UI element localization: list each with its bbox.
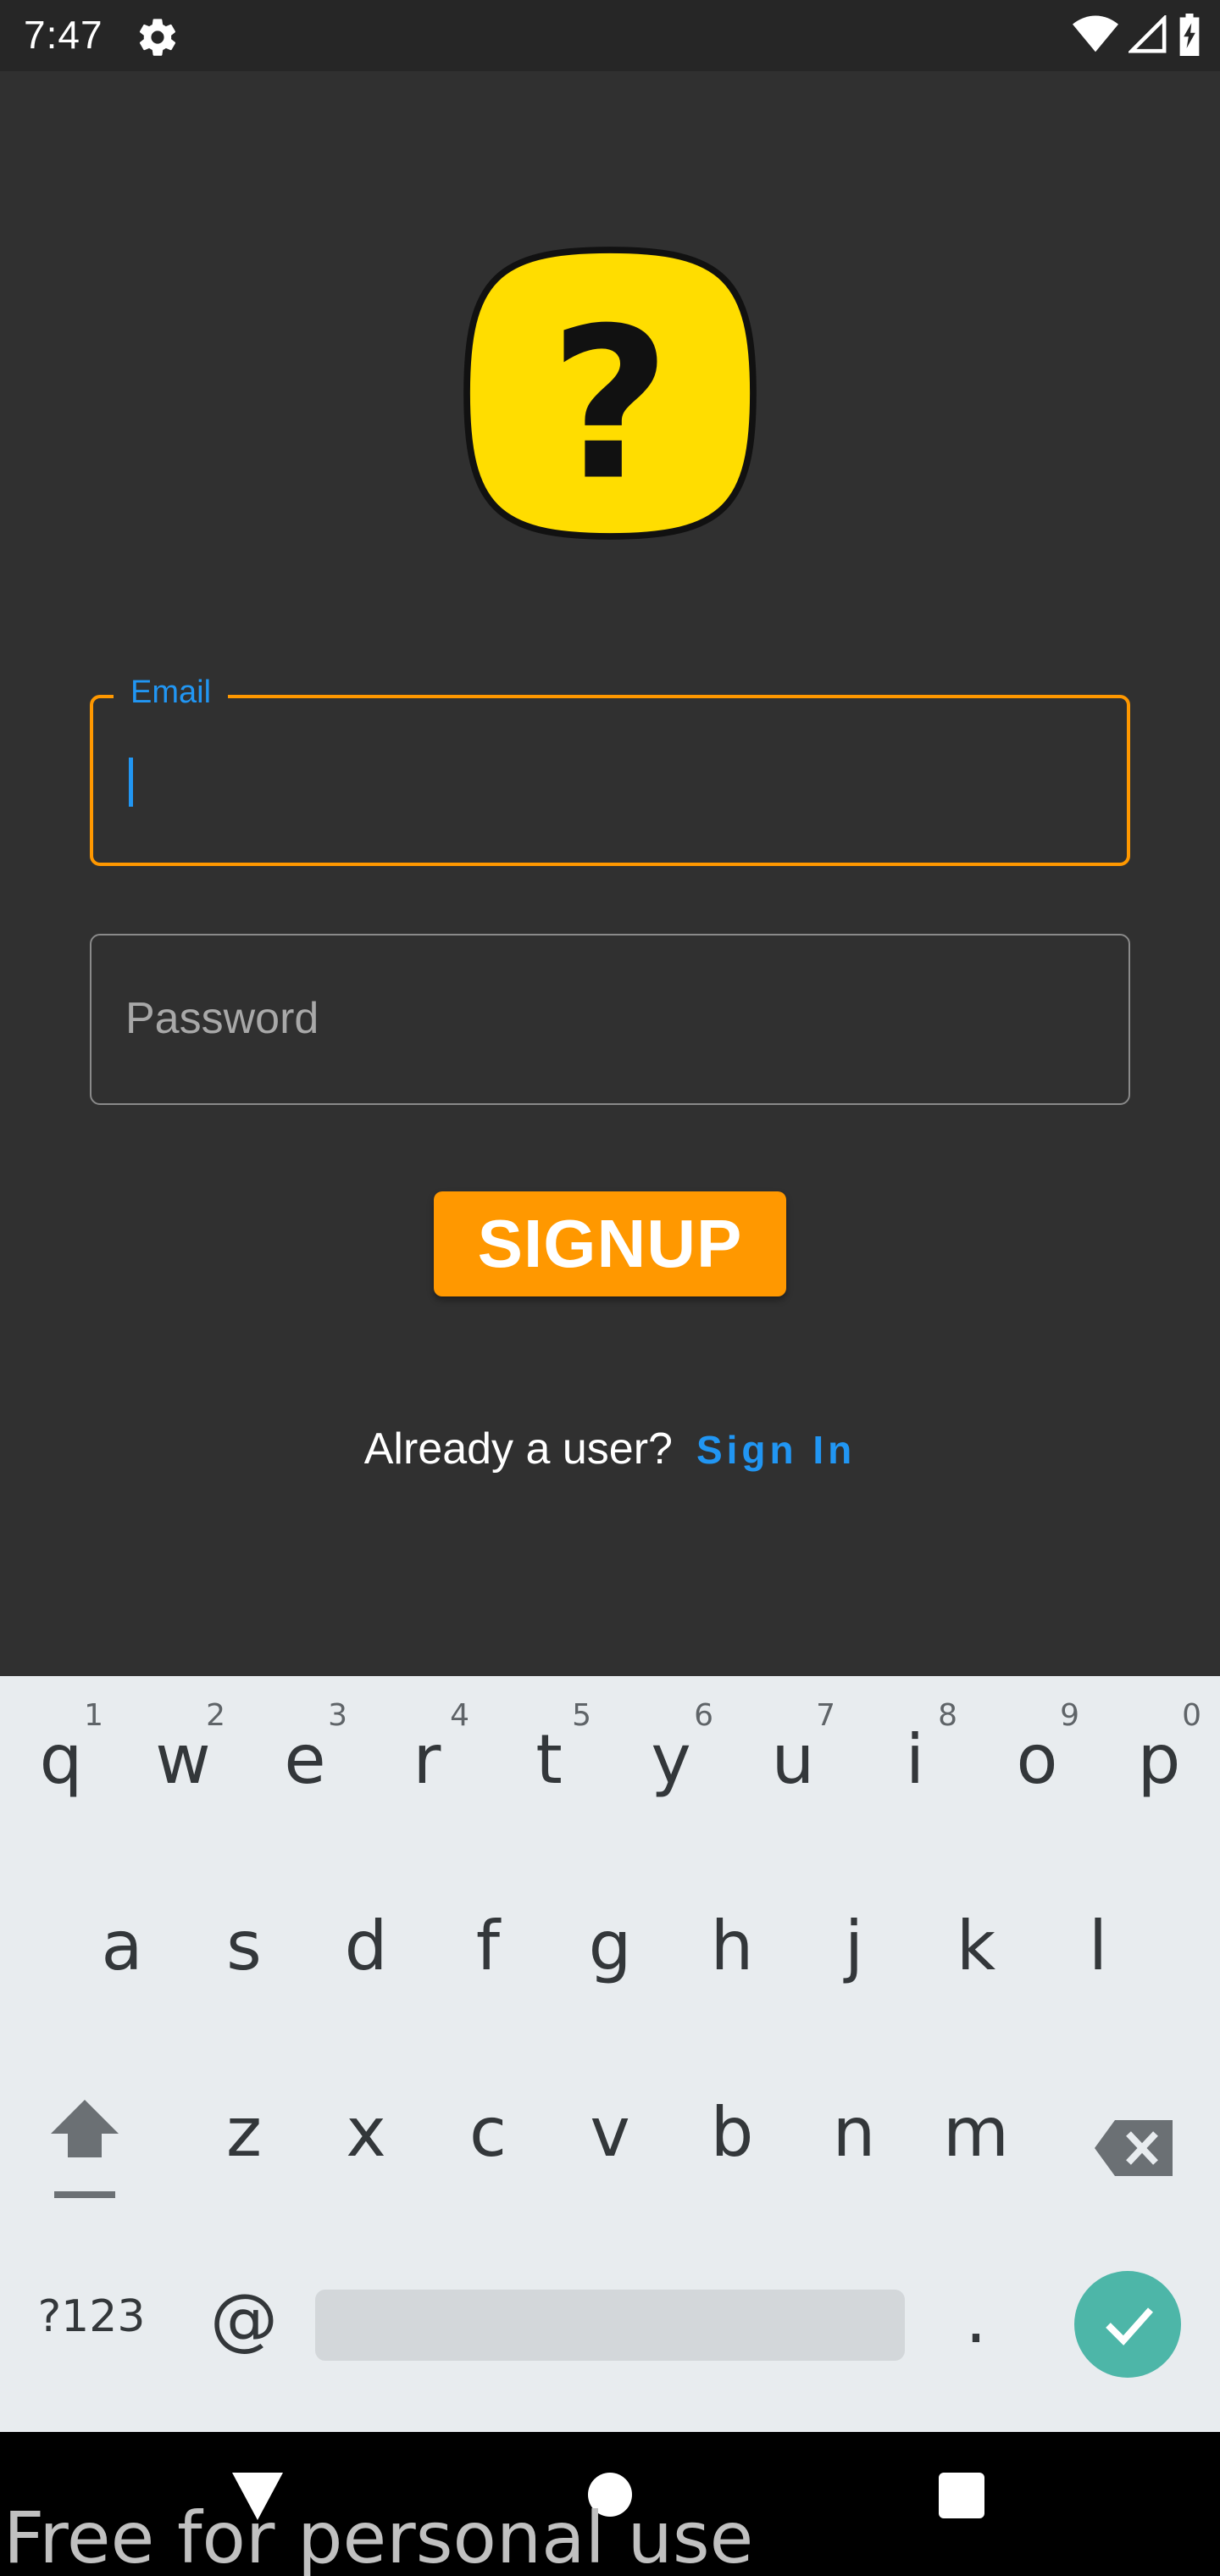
key-label: z bbox=[226, 2093, 262, 2172]
key-d[interactable]: d bbox=[305, 1863, 427, 2049]
key-label: u bbox=[771, 1720, 815, 1799]
period-key-label: . bbox=[965, 2279, 987, 2358]
backspace-icon bbox=[1095, 2120, 1173, 2176]
key-v[interactable]: v bbox=[549, 2049, 671, 2235]
key-label: s bbox=[226, 1907, 262, 1985]
password-field[interactable]: Password bbox=[90, 934, 1130, 1105]
key-number-hint: 1 bbox=[84, 1698, 103, 1733]
key-i[interactable]: i8 bbox=[854, 1676, 976, 1863]
key-label: l bbox=[1088, 1907, 1108, 1985]
cell-signal-icon bbox=[1128, 15, 1167, 53]
key-p[interactable]: p0 bbox=[1098, 1676, 1220, 1863]
key-f[interactable]: f bbox=[427, 1863, 549, 2049]
wifi-icon bbox=[1073, 15, 1118, 53]
key-g[interactable]: g bbox=[549, 1863, 671, 2049]
key-label: r bbox=[413, 1720, 441, 1799]
keyboard-row-1: q1w2e3r4t5y6u7i8o9p0 bbox=[0, 1676, 1220, 1863]
watermark-text: Free for personal use bbox=[3, 2496, 754, 2576]
soft-keyboard: q1w2e3r4t5y6u7i8o9p0 asdfghjkl zxcvbnm ?… bbox=[0, 1676, 1220, 2432]
email-field[interactable]: Email bbox=[90, 675, 1130, 866]
key-t[interactable]: t5 bbox=[488, 1676, 610, 1863]
key-label: m bbox=[943, 2093, 1009, 2172]
key-label: i bbox=[905, 1720, 925, 1799]
signup-button[interactable]: SIGNUP bbox=[434, 1191, 786, 1296]
question-mark-logo-icon: ? bbox=[463, 247, 757, 540]
key-b[interactable]: b bbox=[671, 2049, 793, 2235]
key-label: w bbox=[155, 1720, 211, 1799]
key-label: f bbox=[475, 1907, 501, 1985]
status-bar: 7:47 bbox=[0, 0, 1220, 71]
key-label: g bbox=[588, 1907, 632, 1985]
key-label: b bbox=[710, 2093, 754, 2172]
symbols-key-label: ?123 bbox=[37, 2291, 146, 2342]
shift-icon bbox=[51, 2100, 119, 2198]
key-number-hint: 4 bbox=[450, 1698, 469, 1733]
key-label: n bbox=[832, 2093, 876, 2172]
key-label: v bbox=[590, 2093, 630, 2172]
key-z[interactable]: z bbox=[183, 2049, 305, 2235]
key-m[interactable]: m bbox=[915, 2049, 1037, 2235]
key-label: e bbox=[284, 1720, 326, 1799]
key-number-hint: 0 bbox=[1182, 1698, 1201, 1733]
key-label: q bbox=[39, 1720, 83, 1799]
key-c[interactable]: c bbox=[427, 2049, 549, 2235]
checkmark-icon bbox=[1106, 2307, 1153, 2346]
at-key-label: @ bbox=[210, 2279, 278, 2358]
key-o[interactable]: o9 bbox=[976, 1676, 1098, 1863]
sign-in-link[interactable]: Sign In bbox=[696, 1428, 856, 1472]
status-time: 7:47 bbox=[24, 13, 103, 57]
key-h[interactable]: h bbox=[671, 1863, 793, 2049]
key-y[interactable]: y6 bbox=[610, 1676, 732, 1863]
keyboard-row-2: a s d f gh j k l bbox=[0, 1863, 1220, 2049]
key-number-hint: 3 bbox=[328, 1698, 347, 1733]
key-r[interactable]: r4 bbox=[366, 1676, 488, 1863]
key-label: o bbox=[1016, 1720, 1058, 1799]
key-number-hint: 6 bbox=[694, 1698, 713, 1733]
settings-gear-icon bbox=[139, 19, 176, 56]
at-key[interactable]: @ bbox=[183, 2235, 305, 2422]
period-key[interactable]: . bbox=[915, 2235, 1037, 2422]
key-j[interactable]: j bbox=[793, 1863, 915, 2049]
key-label: x bbox=[346, 2093, 386, 2172]
key-label: k bbox=[956, 1907, 996, 1985]
key-n[interactable]: n bbox=[793, 2049, 915, 2235]
battery-charging-icon bbox=[1179, 14, 1200, 56]
key-a[interactable]: a bbox=[61, 1863, 183, 2049]
key-label: t bbox=[535, 1720, 563, 1799]
keyboard-row-3: z x c v bnm bbox=[0, 2049, 1220, 2235]
password-placeholder: Password bbox=[125, 994, 319, 1043]
signup-screen: ? Email Password SIGNUP Already a user? S… bbox=[0, 71, 1220, 1676]
key-s[interactable]: s bbox=[183, 1863, 305, 2049]
key-u[interactable]: u7 bbox=[732, 1676, 854, 1863]
already-user-text: Already a user? bbox=[363, 1424, 673, 1474]
enter-key[interactable] bbox=[1074, 2271, 1181, 2378]
key-label: p bbox=[1137, 1720, 1181, 1799]
email-label: Email bbox=[114, 675, 229, 711]
key-number-hint: 2 bbox=[206, 1698, 225, 1733]
key-number-hint: 7 bbox=[816, 1698, 835, 1733]
key-number-hint: 9 bbox=[1060, 1698, 1079, 1733]
key-label: j bbox=[844, 1907, 864, 1985]
key-label: h bbox=[710, 1907, 754, 1985]
shift-key[interactable] bbox=[24, 2049, 146, 2235]
key-number-hint: 5 bbox=[572, 1698, 591, 1733]
key-number-hint: 8 bbox=[938, 1698, 957, 1733]
key-x[interactable]: x bbox=[305, 2049, 427, 2235]
text-cursor bbox=[129, 758, 133, 807]
symbols-key[interactable]: ?123 bbox=[30, 2235, 152, 2422]
key-label: c bbox=[469, 2093, 507, 2172]
space-bar[interactable] bbox=[315, 2290, 905, 2361]
key-label: d bbox=[344, 1907, 388, 1985]
key-l[interactable]: l bbox=[1037, 1863, 1159, 2049]
svg-text:?: ? bbox=[550, 284, 671, 527]
key-label: y bbox=[651, 1720, 691, 1799]
recents-square-icon[interactable] bbox=[939, 2473, 984, 2518]
key-e[interactable]: e3 bbox=[244, 1676, 366, 1863]
key-k[interactable]: k bbox=[915, 1863, 1037, 2049]
key-label: a bbox=[101, 1907, 143, 1985]
signin-prompt: Already a user? Sign In bbox=[0, 1424, 1220, 1474]
key-q[interactable]: q1 bbox=[0, 1676, 122, 1863]
key-w[interactable]: w2 bbox=[122, 1676, 244, 1863]
backspace-key[interactable] bbox=[1074, 2049, 1196, 2235]
